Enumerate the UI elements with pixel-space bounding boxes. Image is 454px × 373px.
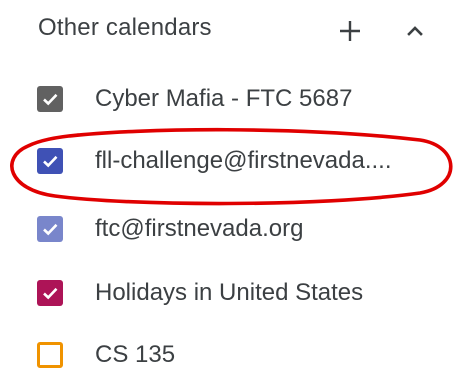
checkmark-icon	[43, 223, 58, 236]
checkmark-icon	[43, 155, 58, 168]
calendar-label: Cyber Mafia - FTC 5687	[95, 85, 353, 112]
checkmark-icon	[43, 287, 58, 300]
collapse-section-button[interactable]	[398, 14, 432, 48]
other-calendars-panel: Other calendars Cyber Mafia - FTC 5687 f…	[0, 0, 454, 373]
calendar-checkbox[interactable]	[37, 216, 63, 242]
calendar-label: CS 135	[95, 341, 176, 368]
calendar-item[interactable]: ftc@firstnevada.org	[0, 198, 454, 260]
chevron-up-icon	[407, 26, 423, 36]
calendar-item[interactable]: fll-challenge@firstnevada....	[0, 130, 454, 192]
calendar-label: fll-challenge@firstnevada....	[95, 147, 392, 174]
section-title: Other calendars	[38, 14, 212, 41]
calendar-item[interactable]: CS 135	[0, 324, 454, 373]
add-calendar-button[interactable]	[333, 14, 367, 48]
plus-icon	[340, 21, 360, 41]
calendar-item[interactable]: Cyber Mafia - FTC 5687	[0, 68, 454, 130]
calendar-label: Holidays in United States	[95, 279, 364, 306]
calendar-item[interactable]: Holidays in United States	[0, 262, 454, 324]
calendar-label: ftc@firstnevada.org	[95, 215, 304, 242]
checkmark-icon	[43, 93, 58, 106]
calendar-checkbox[interactable]	[37, 342, 63, 368]
calendar-checkbox[interactable]	[37, 148, 63, 174]
calendar-checkbox[interactable]	[37, 280, 63, 306]
calendar-checkbox[interactable]	[37, 86, 63, 112]
other-calendars-header: Other calendars	[0, 0, 454, 66]
